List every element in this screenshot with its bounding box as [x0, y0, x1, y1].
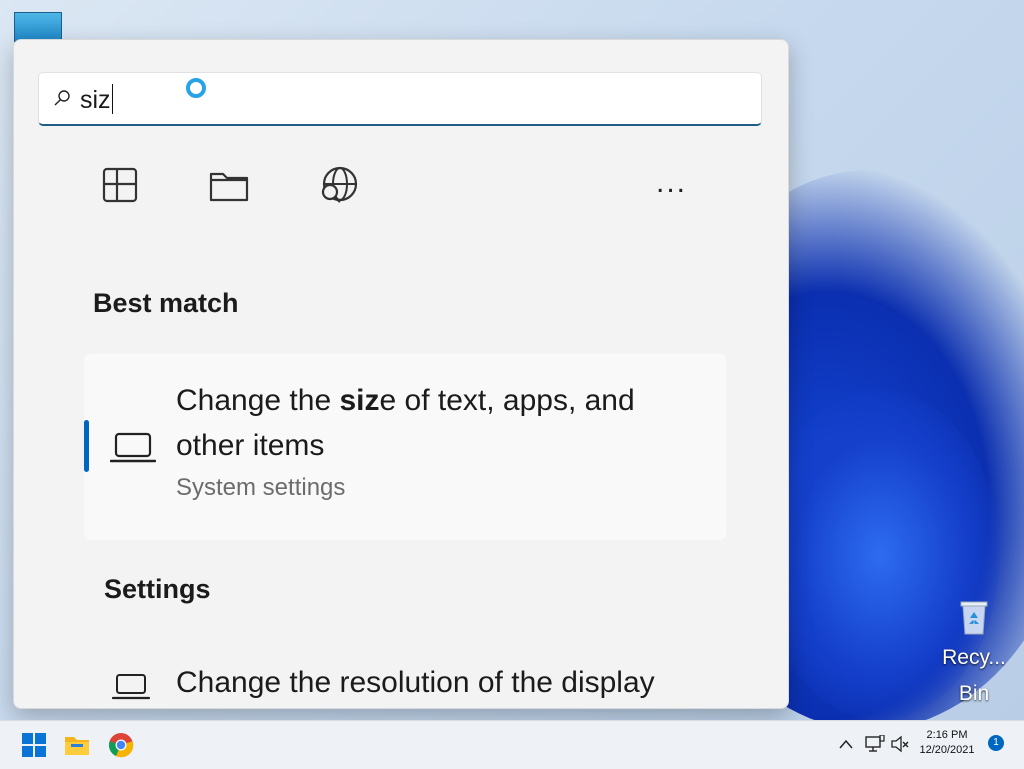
search-value: siz [80, 84, 114, 115]
file-explorer-icon[interactable] [63, 731, 91, 759]
settings-heading: Settings [104, 574, 211, 604]
laptop-icon [112, 674, 150, 700]
chrome-icon[interactable] [107, 731, 135, 759]
best-match-result[interactable]: Change the size of text, apps, and other… [84, 354, 726, 540]
clock-date: 12/20/2021 [919, 744, 975, 756]
clock-time: 2:16 PM [926, 729, 968, 741]
volume-muted-icon[interactable] [890, 735, 910, 753]
folder-icon [209, 172, 249, 202]
desktop-icon-partial[interactable] [14, 12, 62, 42]
network-icon[interactable] [864, 735, 886, 753]
start-search-panel: siz ... Best match Change the size of te… [13, 39, 789, 709]
taskbar-clock[interactable]: 2:16 PM 12/20/2021 [914, 728, 980, 758]
windows-start-icon[interactable] [20, 731, 48, 759]
text-caret [111, 84, 114, 114]
best-match-heading: Best match [93, 288, 239, 318]
more-options-button[interactable]: ... [656, 168, 687, 198]
recycle-bin-label: Recy... Bin [942, 646, 1006, 705]
notification-badge[interactable]: 1 [988, 735, 1004, 751]
apps-filter-button[interactable] [95, 160, 145, 210]
loading-indicator [186, 78, 206, 98]
search-icon [54, 90, 70, 106]
best-match-subtitle: System settings [176, 474, 346, 501]
laptop-icon [110, 432, 156, 463]
search-input[interactable]: siz [38, 72, 762, 126]
globe-search-icon [321, 166, 358, 203]
settings-item-label: Change the resolution of the display [176, 666, 655, 699]
documents-filter-button[interactable] [204, 160, 254, 210]
search-filters: ... [14, 160, 788, 210]
chevron-up-icon[interactable] [838, 737, 854, 751]
recycle-bin-icon [958, 598, 990, 636]
settings-result-item[interactable]: Change the resolution of the display [84, 660, 726, 708]
apps-grid-icon [102, 167, 138, 203]
recycle-bin[interactable]: Recy... Bin [934, 598, 1014, 712]
selection-accent [84, 420, 89, 472]
taskbar: 2:16 PM 12/20/2021 1 [0, 720, 1024, 769]
web-filter-button[interactable] [312, 160, 362, 210]
best-match-title: Change the size of text, apps, and other… [176, 384, 635, 462]
